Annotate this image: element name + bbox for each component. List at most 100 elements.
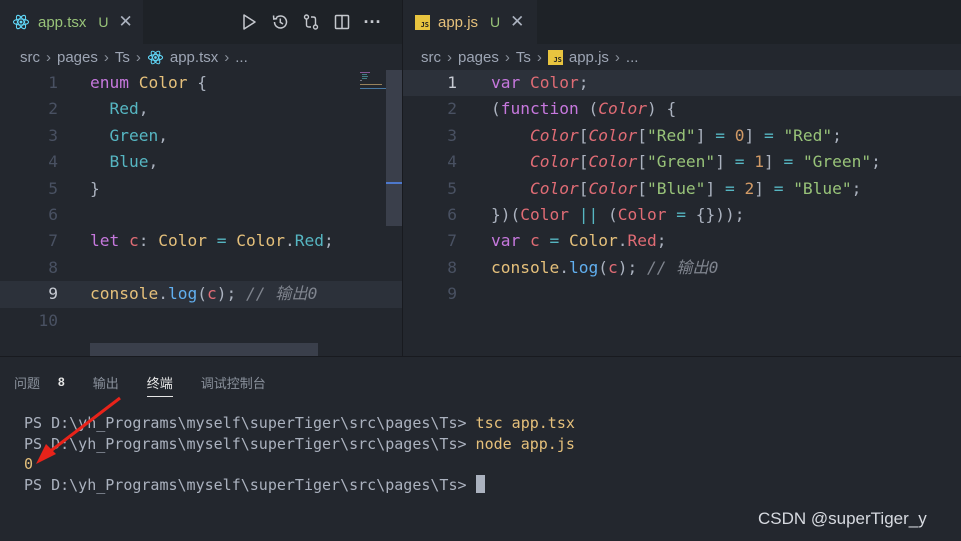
code-line[interactable]: 2 (function (Color) { — [403, 96, 961, 122]
breadcrumb: src › pages › Ts › app.tsx › ... — [0, 44, 402, 70]
code-line[interactable]: 2 Red, — [0, 96, 402, 122]
tab-terminal[interactable]: 终端 — [146, 369, 173, 397]
line-number: 5 — [447, 178, 457, 198]
breadcrumb-item[interactable]: pages — [458, 49, 499, 66]
code-line[interactable]: 3 Green, — [0, 123, 402, 149]
left-editor-group: app.tsx U ✕ ··· src › pages › Ts › app.t… — [0, 0, 402, 356]
line-number: 3 — [48, 125, 58, 145]
split-editor-button[interactable] — [326, 0, 357, 44]
code-line[interactable]: 7 var c = Color.Red; — [403, 228, 961, 254]
code-line[interactable]: 8 console.log(c); // 输出0 — [403, 255, 961, 281]
horizontal-scrollbar[interactable] — [90, 343, 318, 356]
breadcrumb-item[interactable]: src — [20, 49, 40, 66]
code-line[interactable]: 10 — [0, 308, 402, 334]
code-token: ; — [656, 231, 667, 251]
terminal-prompt: PS D:\yh_Programs\myself\superTiger\src\… — [24, 475, 476, 494]
code-token: enum — [90, 73, 139, 92]
breadcrumb-item[interactable]: Ts — [516, 49, 531, 66]
breadcrumb-item[interactable]: src — [421, 49, 441, 66]
breadcrumb-separator: › — [504, 48, 510, 66]
code-text: (function (Color) { — [491, 96, 676, 122]
code-text: var c = Color.Red; — [491, 228, 666, 254]
code-line[interactable]: 6 — [0, 202, 402, 228]
untracked-badge: U — [490, 14, 501, 30]
breadcrumb-item[interactable]: pages — [57, 49, 98, 66]
tab-debug-console[interactable]: 调试控制台 — [201, 369, 266, 395]
code-token: log — [568, 257, 599, 277]
tab-app-js[interactable]: JS app.js U ✕ — [403, 0, 537, 44]
breadcrumb-item[interactable]: app.js — [569, 49, 609, 66]
timeline-button[interactable] — [264, 0, 295, 44]
code-line[interactable]: 1 var Color; — [403, 70, 961, 97]
code-token: = — [783, 152, 803, 172]
code-line[interactable]: 5} — [0, 176, 402, 202]
cursor-position-marker — [386, 182, 402, 184]
code-token: , — [138, 99, 149, 119]
code-text: Blue, — [90, 149, 159, 175]
code-token: 1 — [754, 152, 764, 172]
code-token: Blue — [109, 152, 149, 172]
code-line[interactable]: 6})(Color || (Color = {})); — [403, 202, 961, 228]
code-token: Color — [529, 125, 579, 145]
terminal-command: tsc app.tsx — [475, 414, 575, 432]
code-token: ] — [754, 178, 774, 198]
code-text: Color[Color["Red"] = 0] = "Red"; — [491, 123, 842, 149]
code-line[interactable]: 1 enum Color { — [0, 70, 402, 96]
breadcrumb-item[interactable]: ... — [626, 49, 639, 66]
code-line[interactable]: 5 Color[Color["Blue"] = 2] = "Blue"; — [403, 176, 961, 202]
code-line[interactable]: 8 — [0, 255, 402, 281]
code-token: Green — [109, 125, 159, 145]
right-editor-group: JS app.js U ✕ src › pages › Ts › JS app.… — [403, 0, 961, 356]
code-token: "Blue" — [793, 178, 852, 198]
vertical-scrollbar[interactable] — [386, 70, 402, 226]
code-token: Color — [520, 205, 579, 224]
breadcrumb-separator: › — [536, 48, 542, 66]
breadcrumb-separator: › — [224, 48, 230, 66]
breadcrumb-item[interactable]: Ts — [115, 49, 130, 66]
line-number: 10 — [38, 310, 59, 330]
close-icon[interactable]: ✕ — [510, 12, 524, 32]
code-line[interactable]: 4 Color[Color["Green"] = 1] = "Green"; — [403, 149, 961, 175]
code-token: Color — [588, 152, 638, 172]
play-icon — [242, 14, 256, 30]
code-line[interactable]: 7 let c: Color = Color.Red; — [0, 228, 402, 254]
code-token: || — [578, 205, 608, 224]
code-token: = — [734, 152, 755, 172]
breadcrumb-item[interactable]: app.tsx — [170, 49, 218, 66]
tab-label: 调试控制台 — [200, 375, 266, 391]
code-token: { — [197, 73, 207, 92]
run-button[interactable] — [233, 0, 264, 44]
code-token: ( — [588, 99, 599, 119]
tab-label: 输出 — [92, 375, 119, 391]
more-actions-button[interactable]: ··· — [357, 0, 388, 44]
history-icon — [272, 15, 287, 29]
tab-label: 问题 — [14, 375, 41, 391]
code-line[interactable]: 4 Blue, — [0, 149, 402, 175]
line-number: 6 — [447, 205, 457, 224]
code-token: = — [763, 125, 784, 145]
compare-changes-button[interactable] — [295, 0, 326, 44]
code-token: = — [773, 178, 794, 198]
code-token: ] — [715, 152, 735, 172]
code-token: ; — [871, 152, 881, 172]
breadcrumb-separator: › — [447, 48, 452, 66]
code-token: "Green" — [646, 152, 716, 172]
close-icon[interactable]: ✕ — [119, 12, 133, 32]
editor-actions: ··· — [233, 0, 388, 44]
react-icon — [147, 49, 164, 66]
code-token: ) { — [646, 99, 677, 119]
line-number: 2 — [447, 99, 457, 119]
code-line[interactable]: 3 Color[Color["Red"] = 0] = "Red"; — [403, 123, 961, 149]
minimap[interactable] — [350, 70, 388, 356]
code-token: Color — [529, 152, 579, 172]
code-token: "Red" — [783, 125, 833, 145]
code-token: , — [158, 125, 168, 145]
code-line[interactable]: 9 console.log(c); // 输出0 — [0, 281, 402, 308]
code-line[interactable]: 9 — [403, 281, 961, 307]
tab-app-tsx[interactable]: app.tsx U ✕ — [0, 0, 143, 44]
breadcrumb-item[interactable]: ... — [235, 49, 248, 66]
code-token: console — [90, 284, 159, 304]
code-token: : — [138, 231, 159, 251]
